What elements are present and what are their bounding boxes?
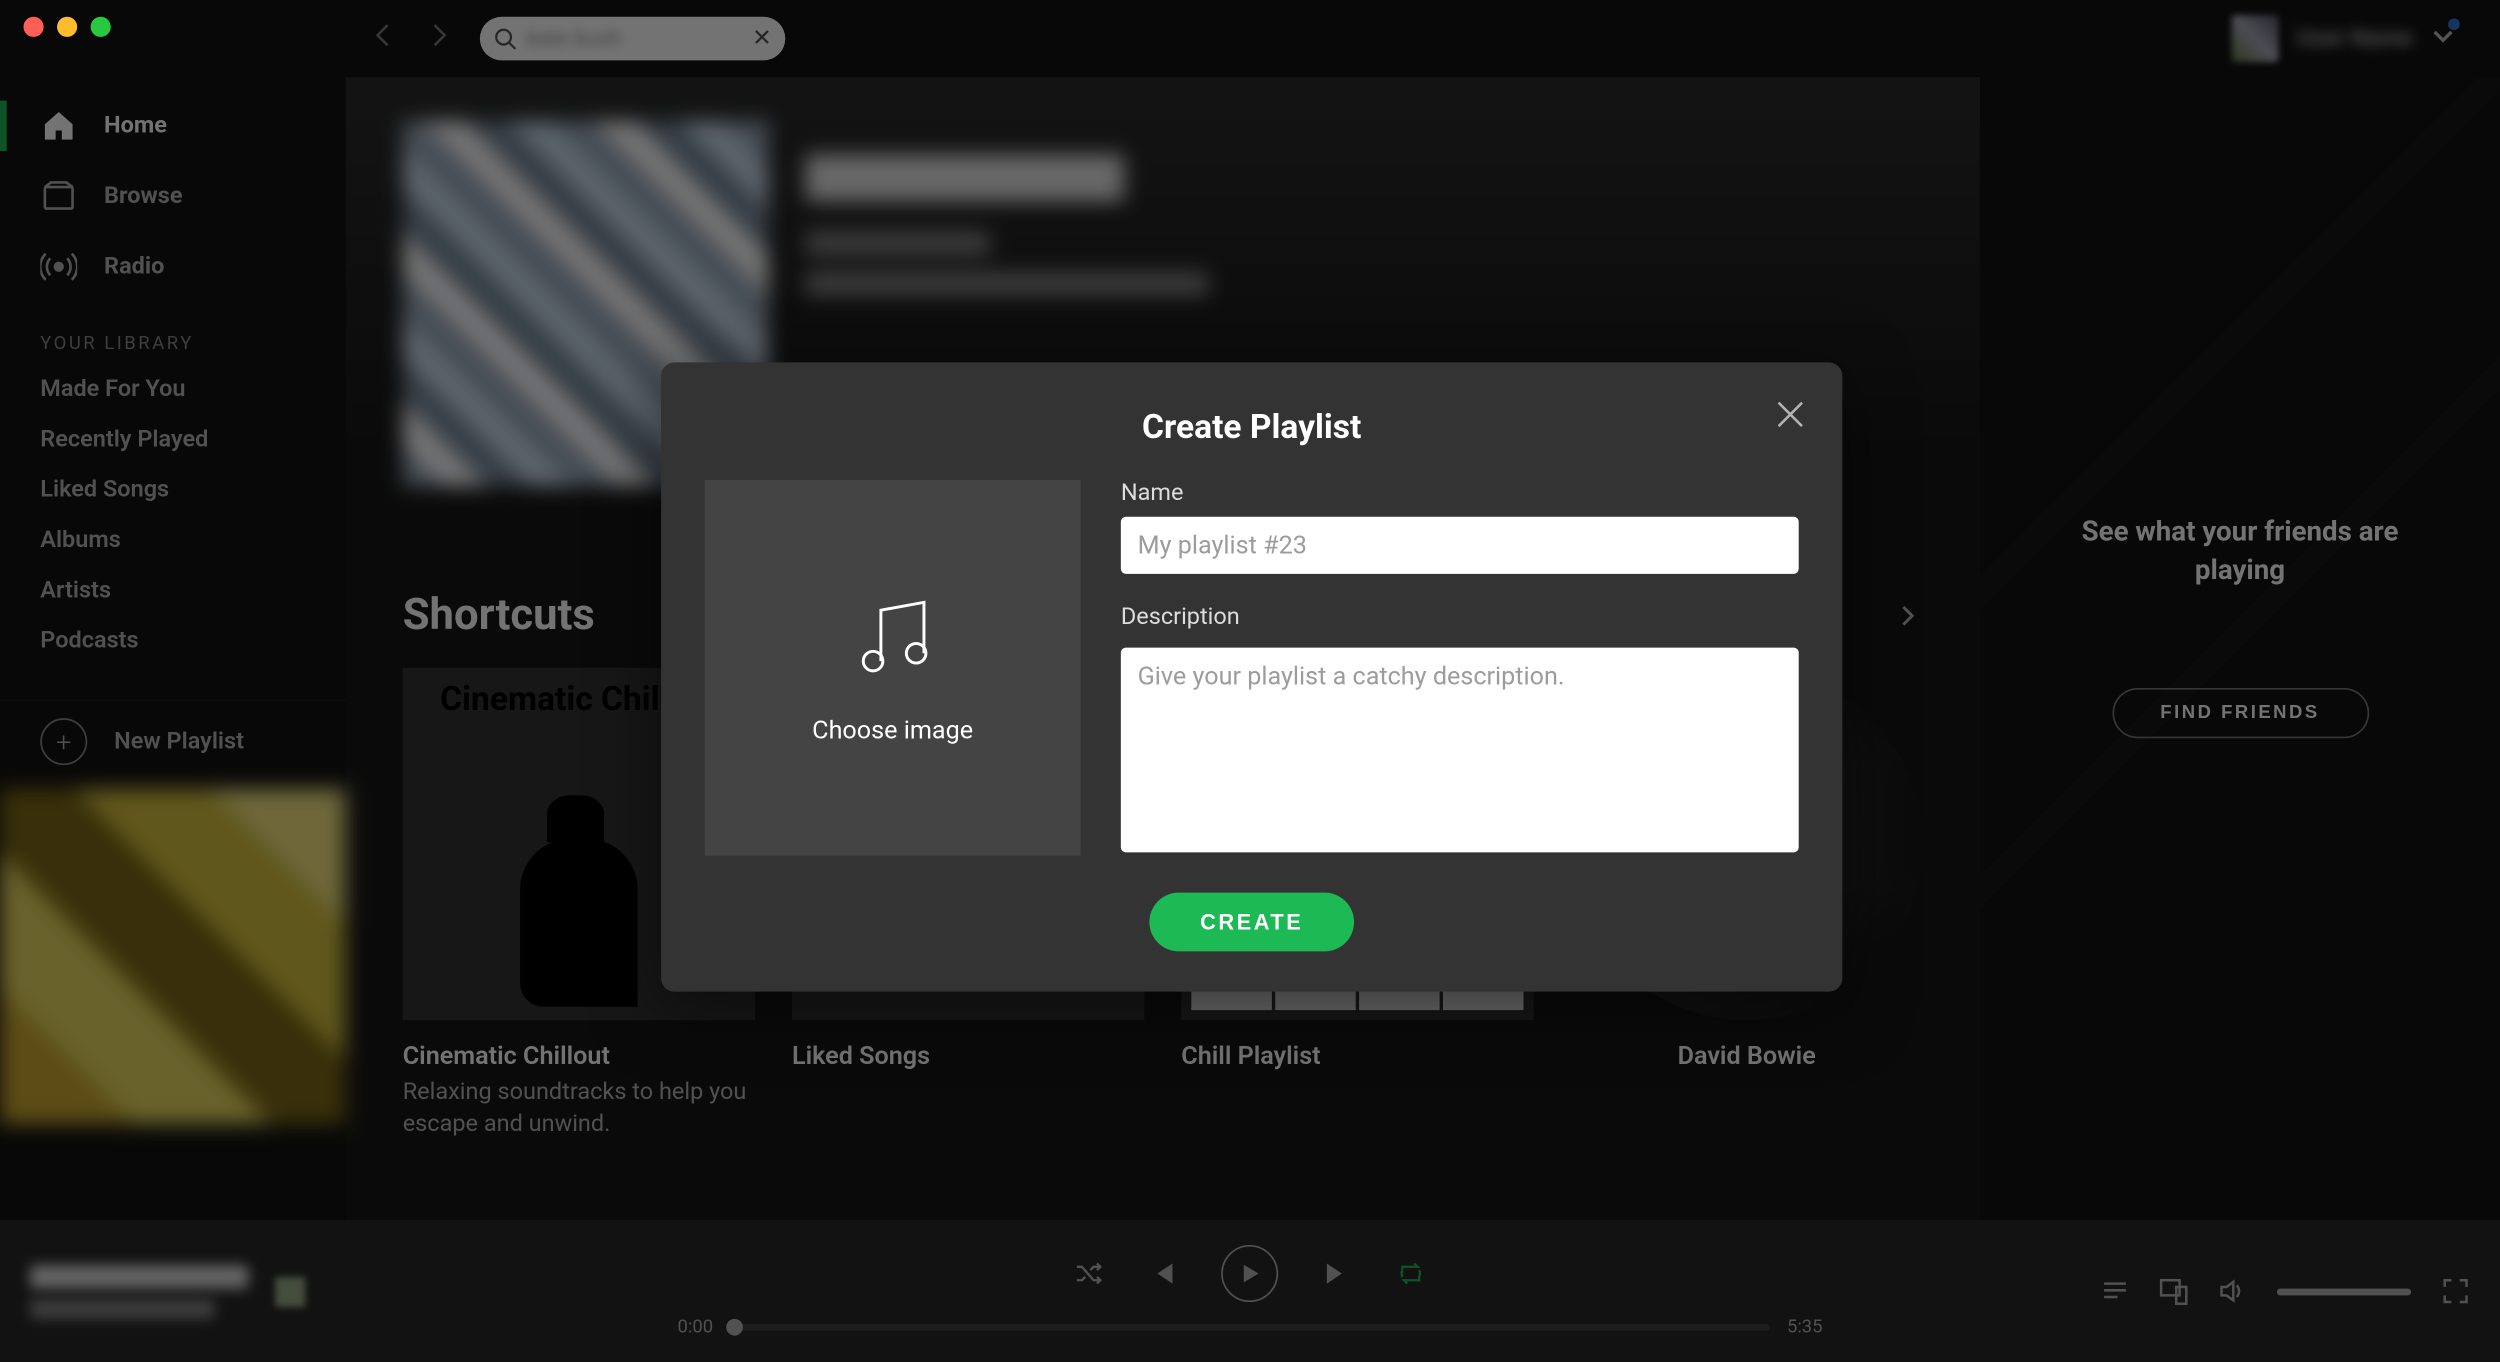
create-playlist-modal: Create Playlist Choose image Name Descri…: [661, 362, 1842, 991]
playlist-description-input[interactable]: [1121, 648, 1799, 853]
music-note-icon: [846, 591, 940, 685]
modal-close-button[interactable]: [1775, 399, 1805, 436]
choose-image-drop[interactable]: Choose image: [705, 480, 1081, 856]
name-label: Name: [1121, 480, 1799, 507]
modal-title: Create Playlist: [705, 406, 1799, 446]
window-controls: [23, 17, 110, 37]
window-minimize-button[interactable]: [57, 17, 77, 37]
description-label: Description: [1121, 604, 1799, 631]
create-playlist-button[interactable]: CREATE: [1150, 893, 1354, 952]
window-close-button[interactable]: [23, 17, 43, 37]
playlist-name-input[interactable]: [1121, 517, 1799, 574]
app-window: kate bush ✕ User Name Home Browse: [0, 0, 2500, 1362]
window-maximize-button[interactable]: [91, 17, 111, 37]
choose-image-label: Choose image: [812, 715, 973, 745]
